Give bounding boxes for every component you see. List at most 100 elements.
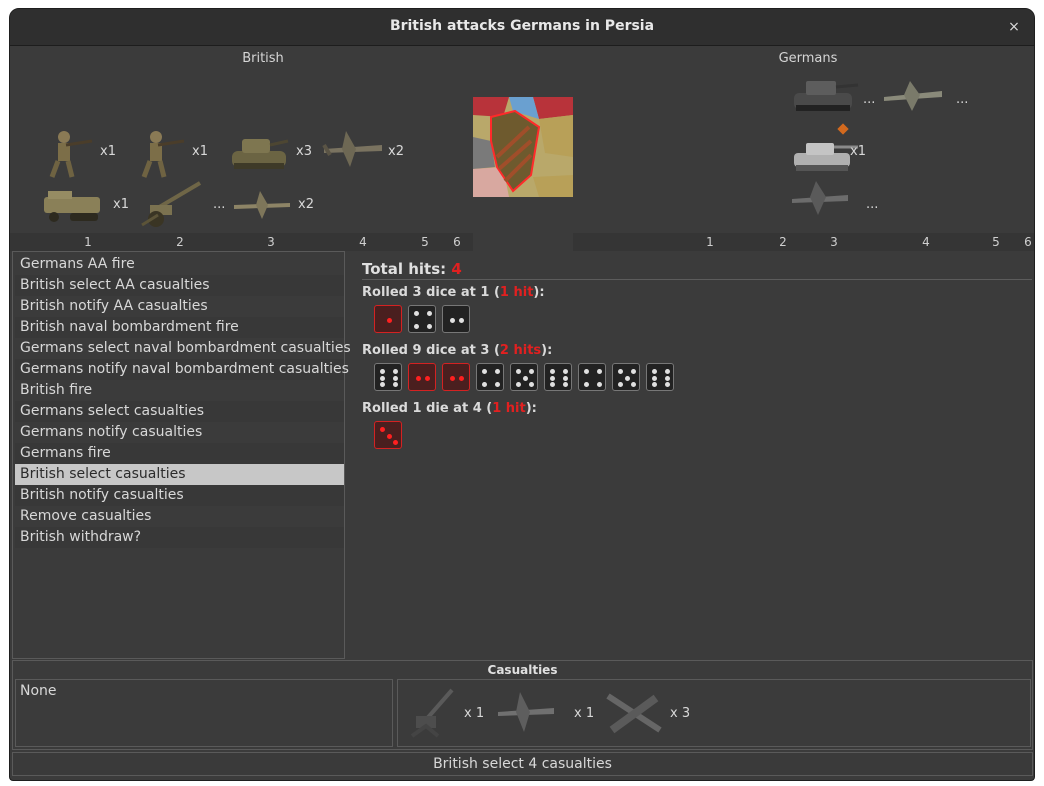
- infantry-icon: [40, 127, 98, 179]
- die-face-icon: [374, 421, 402, 449]
- dice-column-label: 2: [176, 235, 184, 249]
- unit-count: x 1: [464, 706, 485, 721]
- unit-count: x1: [850, 144, 866, 159]
- fighter-icon: [880, 77, 946, 115]
- battle-step-item[interactable]: British select AA casualties: [15, 275, 344, 296]
- dice-column-label: 4: [922, 235, 930, 249]
- roll-summary: Rolled 3 dice at 1 (1 hit):: [362, 285, 545, 300]
- roll-summary-text: Rolled 3 dice at 1 (: [362, 285, 500, 300]
- die-face-icon: [544, 363, 572, 391]
- close-icon[interactable]: ×: [1004, 17, 1024, 37]
- roll-summary: Rolled 1 die at 4 (1 hit):: [362, 401, 537, 416]
- title-bar[interactable]: British attacks Germans in Persia ×: [10, 9, 1034, 46]
- roll-summary-text: ):: [541, 343, 553, 358]
- battle-step-item[interactable]: Remove casualties: [15, 506, 344, 527]
- attacker-dice-header: 1 2 3 4 5 6: [10, 233, 473, 251]
- artillery-icon: [138, 179, 204, 229]
- battle-step-item[interactable]: British naval bombardment fire: [15, 317, 344, 338]
- unit-count: x1: [100, 144, 116, 159]
- die-face-icon: [374, 305, 402, 333]
- battle-step-item[interactable]: Germans fire: [15, 443, 344, 464]
- roll-hit-count: 1 hit: [499, 285, 534, 300]
- fighter-icon: [788, 177, 852, 219]
- roll-hit-count: 1 hit: [492, 401, 526, 416]
- dice-column-label: 3: [267, 235, 275, 249]
- roll-summary-text: Rolled 9 dice at 3 (: [362, 343, 500, 358]
- aa-gun-icon[interactable]: [408, 686, 458, 740]
- roll-summary: Rolled 9 dice at 3 (2 hits):: [362, 343, 552, 358]
- dice-column-label: 6: [453, 235, 461, 249]
- battle-step-item[interactable]: Germans notify naval bombardment casualt…: [15, 359, 349, 380]
- total-hits-label: Total hits:: [362, 260, 447, 278]
- battle-window: British attacks Germans in Persia × Brit…: [9, 8, 1035, 781]
- casualties-title: Casualties: [487, 663, 558, 677]
- tank-icon: [788, 73, 860, 117]
- select-casualties-button[interactable]: British select 4 casualties: [12, 752, 1033, 776]
- roll-summary-text: ):: [525, 401, 537, 416]
- unit-count: ...: [866, 197, 879, 212]
- battle-step-item[interactable]: British notify AA casualties: [15, 296, 344, 317]
- bomber-icon[interactable]: [604, 686, 664, 740]
- battle-step-item[interactable]: Germans notify casualties: [15, 422, 344, 443]
- unit-count: x3: [296, 144, 312, 159]
- results-divider: [362, 279, 1032, 280]
- persia-map-icon: [473, 97, 573, 197]
- defender-label: Germans: [778, 51, 838, 66]
- dice-column-label: 2: [779, 235, 787, 249]
- die-face-icon: [442, 305, 470, 333]
- die-face-icon: [408, 363, 436, 391]
- battle-step-item[interactable]: Germans AA fire: [15, 254, 344, 275]
- dice-column-label: 6: [1024, 235, 1032, 249]
- bomber-icon[interactable]: [494, 686, 558, 736]
- attacker-label: British: [242, 51, 284, 66]
- battle-step-item[interactable]: British notify casualties: [15, 485, 344, 506]
- dice-column-label: 5: [421, 235, 429, 249]
- total-hits: Total hits: 4: [362, 260, 462, 278]
- dice-column-label: 5: [992, 235, 1000, 249]
- unit-count: x1: [113, 197, 129, 212]
- infantry-icon: [132, 127, 190, 179]
- die-face-icon: [646, 363, 674, 391]
- die-face-icon: [374, 363, 402, 391]
- unit-count: ...: [956, 92, 969, 107]
- attacker-casualties: None: [15, 679, 393, 747]
- halftrack-icon: [40, 185, 104, 225]
- dice-column-label: 3: [830, 235, 838, 249]
- unit-count: x 1: [574, 706, 595, 721]
- unit-count: ...: [213, 197, 226, 212]
- battle-step-item[interactable]: British withdraw?: [15, 527, 344, 548]
- die-face-icon: [612, 363, 640, 391]
- die-face-icon: [510, 363, 538, 391]
- marker-icon: [837, 123, 849, 135]
- attacker-casualties-text: None: [20, 683, 57, 699]
- die-face-icon: [442, 363, 470, 391]
- dice-column-label: 1: [84, 235, 92, 249]
- battle-step-item[interactable]: Germans select naval bombardment casualt…: [15, 338, 351, 359]
- battle-step-item[interactable]: British select casualties: [15, 464, 344, 485]
- dice-column-label: 1: [706, 235, 714, 249]
- unit-count: x1: [192, 144, 208, 159]
- die-face-icon: [476, 363, 504, 391]
- dice-results-panel: Total hits: 4 Rolled 3 dice at 1 (1 hit)…: [362, 259, 1032, 659]
- unit-count: x 3: [670, 706, 691, 721]
- defender-casualties: x 1 x 1 x 3: [397, 679, 1031, 747]
- bomber-icon: [320, 125, 386, 171]
- casualties-panel: Casualties None x 1 x 1 x 3: [12, 660, 1033, 750]
- die-face-icon: [578, 363, 606, 391]
- battle-step-item[interactable]: Germans select casualties: [15, 401, 344, 422]
- defender-dice-header: 1 2 3 4 5 6: [573, 233, 1034, 251]
- total-hits-value: 4: [451, 260, 462, 278]
- roll-summary-text: Rolled 1 die at 4 (: [362, 401, 493, 416]
- unit-count: x2: [298, 197, 314, 212]
- roll-summary-text: ):: [533, 285, 545, 300]
- window-title: British attacks Germans in Persia: [389, 18, 655, 34]
- die-face-icon: [408, 305, 436, 333]
- roll-hit-count: 2 hits: [499, 343, 542, 358]
- dice-column-label: 4: [359, 235, 367, 249]
- battle-step-item[interactable]: British fire: [15, 380, 344, 401]
- tank-icon: [226, 129, 290, 175]
- unit-count: ...: [863, 92, 876, 107]
- unit-count: x2: [388, 144, 404, 159]
- fighter-icon: [230, 187, 294, 223]
- battle-steps-list[interactable]: Germans AA fire British select AA casualt…: [12, 251, 351, 659]
